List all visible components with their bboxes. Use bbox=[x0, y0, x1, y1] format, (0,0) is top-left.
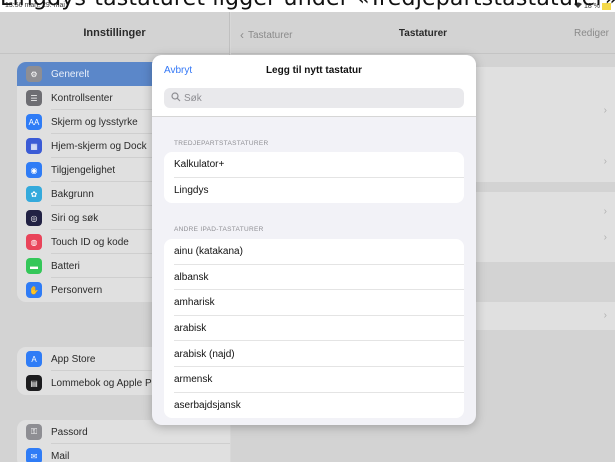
key-icon: ⚿ bbox=[26, 424, 42, 440]
chevron-right-icon[interactable]: › bbox=[604, 310, 607, 321]
keyboard-option[interactable]: ainu (katakana) bbox=[164, 239, 464, 265]
keyboard-option[interactable]: albansk bbox=[164, 265, 464, 291]
sidebar-item-label: App Store bbox=[51, 353, 96, 365]
fingerprint-icon: ◍ bbox=[26, 234, 42, 250]
sheet-title: Legg til nytt tastatur bbox=[265, 65, 363, 76]
keyboard-option[interactable]: arabisk (najd) bbox=[164, 341, 464, 367]
sidebar-item-mail[interactable]: ✉ Mail bbox=[17, 444, 230, 462]
edit-button[interactable]: Rediger bbox=[574, 28, 609, 39]
gear-icon: ⚙ bbox=[26, 66, 42, 82]
battery-icon: ▬ bbox=[26, 258, 42, 274]
detail-navbar: ‹ Tastaturer Tastaturer Rediger bbox=[231, 12, 615, 54]
search-icon bbox=[171, 91, 181, 105]
app-store-icon: A bbox=[26, 351, 42, 367]
sidebar-item-label: Hjem-skjerm og Dock bbox=[51, 140, 147, 152]
accessibility-icon: ◉ bbox=[26, 162, 42, 178]
chevron-right-icon[interactable]: › bbox=[604, 232, 607, 243]
other-keyboards-header: ANDRE IPAD-TASTATURER bbox=[174, 226, 264, 233]
sidebar-item-label: Personvern bbox=[51, 284, 103, 296]
sidebar-item-label: Mail bbox=[51, 450, 70, 462]
mail-icon: ✉ bbox=[26, 448, 42, 462]
sidebar-item-label: Lommebok og Apple Pay bbox=[51, 377, 163, 389]
keyboard-option[interactable]: amharisk bbox=[164, 290, 464, 316]
add-keyboard-sheet: Avbryt Legg til nytt tastatur TREDJEPART… bbox=[152, 55, 476, 425]
third-party-header: TREDJEPARTSTASTATURER bbox=[174, 140, 269, 147]
sidebar-item-label: Tilgjengelighet bbox=[51, 164, 116, 176]
root: Innstillinger ⚙ Generelt ☰ Kontrollsenter AA… bbox=[0, 0, 615, 462]
sidebar-item-label: Touch ID og kode bbox=[51, 236, 129, 248]
keyboard-option[interactable]: aserbajdsjansk bbox=[164, 393, 464, 419]
keyboard-option[interactable]: armensk bbox=[164, 367, 464, 393]
wallpaper-icon: ✿ bbox=[26, 186, 42, 202]
sidebar-item-label: Skjerm og lysstyrke bbox=[51, 116, 138, 128]
sidebar-item-label: Siri og søk bbox=[51, 212, 99, 224]
sheet-header: Avbryt Legg til nytt tastatur bbox=[152, 55, 476, 117]
display-icon: AA bbox=[26, 114, 42, 130]
keyboard-option[interactable]: arabisk bbox=[164, 316, 464, 342]
wallet-icon: ▤ bbox=[26, 375, 42, 391]
keyboard-option[interactable]: Lingdys bbox=[164, 178, 464, 204]
sidebar-group-accounts: ⚿ Passord ✉ Mail bbox=[17, 420, 230, 462]
caption-banner: Lingdys-tastaturet ligger under «Tredjep… bbox=[0, 0, 615, 10]
chevron-right-icon[interactable]: › bbox=[604, 156, 607, 167]
siri-icon: ◎ bbox=[26, 210, 42, 226]
sidebar-item-label: Passord bbox=[51, 426, 88, 438]
sidebar-item-label: Batteri bbox=[51, 260, 80, 272]
search-bar[interactable] bbox=[164, 88, 464, 108]
search-input[interactable] bbox=[184, 92, 444, 104]
chevron-right-icon[interactable]: › bbox=[604, 206, 607, 217]
sidebar-title: Innstillinger bbox=[0, 12, 229, 54]
keyboard-option[interactable]: Kalkulator+ bbox=[164, 152, 464, 178]
sidebar-item-label: Kontrollsenter bbox=[51, 92, 113, 104]
control-center-icon: ☰ bbox=[26, 90, 42, 106]
detail-title: Tastaturer bbox=[398, 28, 448, 39]
third-party-list: Kalkulator+ Lingdys bbox=[164, 152, 464, 204]
hand-icon: ✋ bbox=[26, 282, 42, 298]
home-screen-icon: ▦ bbox=[26, 138, 42, 154]
sidebar-item-label: Bakgrunn bbox=[51, 188, 94, 200]
chevron-right-icon[interactable]: › bbox=[604, 105, 607, 116]
sidebar-item-label: Generelt bbox=[51, 68, 90, 80]
other-keyboards-list: ainu (katakana) albansk amharisk arabisk ara… bbox=[164, 239, 464, 419]
